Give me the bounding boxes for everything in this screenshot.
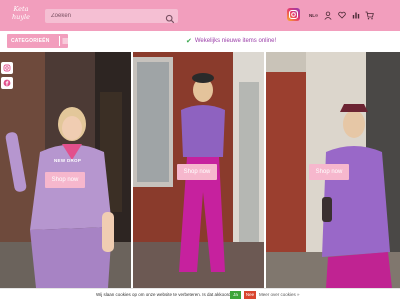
categories-label: CATEGORIEËN bbox=[11, 38, 50, 44]
promo-banner: ✔ Wekelijks nieuwe items online! bbox=[186, 37, 276, 45]
heart-icon[interactable] bbox=[337, 10, 346, 20]
hero-banner: NEW DROP Shop now Shop now Shop now bbox=[0, 52, 400, 288]
cookie-decline-button[interactable]: Nee bbox=[244, 291, 256, 299]
search-input[interactable] bbox=[51, 11, 151, 21]
header: Keta huyle NL bbox=[0, 0, 400, 31]
cart-icon[interactable] bbox=[365, 10, 374, 20]
cookie-bar: Wij slaan cookies op om onze website te … bbox=[0, 288, 400, 300]
stats-icon[interactable] bbox=[351, 10, 360, 20]
facebook-side-icon[interactable] bbox=[1, 77, 13, 89]
shop-now-button-1[interactable]: Shop now bbox=[45, 172, 85, 188]
globe-icon bbox=[315, 13, 318, 17]
page: Keta huyle NL bbox=[0, 0, 400, 300]
shop-now-button-3[interactable]: Shop now bbox=[309, 164, 349, 180]
check-icon: ✔ bbox=[186, 38, 192, 45]
promo-text: Wekelijks nieuwe items online! bbox=[194, 38, 277, 44]
instagram-icon[interactable] bbox=[287, 8, 300, 21]
instagram-side-icon[interactable] bbox=[1, 62, 13, 74]
cookie-accept-button[interactable]: Ja bbox=[230, 291, 241, 299]
search-icon[interactable] bbox=[165, 11, 175, 24]
menu-icon bbox=[59, 36, 68, 46]
new-drop-label: NEW DROP bbox=[54, 158, 82, 163]
language-selector[interactable]: NL bbox=[309, 10, 318, 20]
header-icons: NL bbox=[309, 10, 374, 20]
site-logo[interactable]: Keta huyle bbox=[8, 5, 34, 25]
cookie-text: Wij slaan cookies op om onze website te … bbox=[96, 292, 234, 297]
categories-button[interactable]: CATEGORIEËN bbox=[7, 34, 68, 48]
hero-panel-3[interactable]: Shop now bbox=[266, 52, 400, 288]
more-about-cookies-link[interactable]: Meer over cookies » bbox=[259, 292, 300, 297]
shop-now-button-2[interactable]: Shop now bbox=[177, 164, 217, 180]
hero-panel-2[interactable]: Shop now bbox=[133, 52, 264, 288]
hero-panel-1[interactable]: NEW DROP Shop now bbox=[0, 52, 131, 288]
user-icon[interactable] bbox=[323, 10, 332, 20]
hero-photo-1 bbox=[0, 52, 131, 288]
search-bar bbox=[45, 9, 178, 24]
